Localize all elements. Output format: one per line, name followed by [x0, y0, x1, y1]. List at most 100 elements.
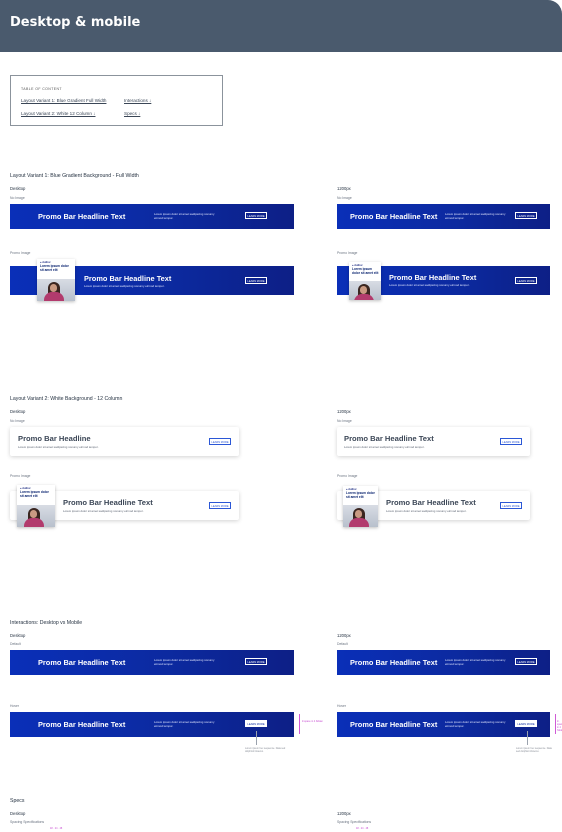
promo-headline: Promo Bar Headline Text: [350, 658, 438, 667]
label-no-image: No Image: [337, 419, 352, 423]
label-no-image: No Image: [10, 196, 25, 200]
label-1200px: 1200px: [337, 633, 351, 638]
label-spacing: Spacing Specifications: [337, 820, 372, 824]
promo-headline: Promo Bar Headline Text: [386, 498, 476, 507]
learn-more-button[interactable]: LEARN MORE: [515, 658, 537, 665]
label-default: Default: [10, 642, 21, 646]
hover-annotation: Lorem ipsum hex sequence. Data sed dotph…: [516, 747, 552, 753]
spacing-marker-text: 48 · 24 · 48: [356, 827, 369, 830]
label-spacing: Spacing Specifications: [10, 820, 45, 824]
annotation-line: [256, 731, 257, 745]
learn-more-button-hover[interactable]: LEARN MORE: [515, 720, 537, 727]
toc-link-variant-2[interactable]: Layout Variant 2: White 12 Column ↓: [21, 111, 95, 116]
promo-bar-default: Promo Bar Headline Text Lorem ipsum dolo…: [337, 650, 550, 675]
learn-more-button[interactable]: LEARN MORE: [245, 277, 267, 284]
promo-headline: Promo Bar Headline Text: [350, 720, 438, 729]
portrait-image: [17, 505, 55, 527]
promo-headline: Promo Bar Headline Text: [38, 720, 126, 729]
promo-headline: Promo Bar Headline Text: [344, 434, 434, 443]
promo-body: Lorem ipsum dolor sit amet sadipscing no…: [344, 445, 425, 449]
learn-more-button[interactable]: LEARN MORE: [245, 658, 267, 665]
promo-body: Lorem ipsum dolor sit amet sadipscing no…: [389, 283, 470, 287]
section-title-interactions: Interactions: Desktop vs Mobile: [10, 620, 83, 626]
label-hover: Hover: [337, 704, 347, 708]
thumbnail-title: Lorem ipsum dolor sit amet elit: [352, 267, 379, 275]
learn-more-button[interactable]: LEARN MORE: [500, 438, 522, 445]
section-title-specs: Specs: [10, 798, 25, 804]
promo-thumbnail[interactable]: ● Author Lorem ipsum dolor sit amet elit: [343, 486, 378, 527]
label-promo-image: Promo Image: [337, 251, 358, 255]
label-no-image: No Image: [337, 196, 352, 200]
promo-headline: Promo Bar Headline: [18, 434, 91, 443]
page-title: Desktop & mobile: [10, 15, 141, 30]
spacing-note: Z-space in 4 hidden: [557, 720, 562, 732]
learn-more-button[interactable]: LEARN MORE: [515, 212, 537, 219]
promo-card-white: Promo Bar Headline Lorem ipsum dolor sit…: [10, 427, 239, 456]
toc-link-variant-1[interactable]: Layout Variant 1: Blue Gradient Full Wid…: [21, 98, 106, 103]
label-1200px: 1200px: [337, 811, 351, 816]
promo-bar-default: Promo Bar Headline Text Lorem ipsum dolo…: [10, 650, 294, 675]
label-promo-image: Promo Image: [10, 251, 31, 255]
promo-headline: Promo Bar Headline Text: [38, 658, 126, 667]
promo-headline: Promo Bar Headline Text: [389, 273, 477, 282]
promo-body: Lorem ipsum dolor sit amet sadipscing no…: [386, 509, 467, 513]
hover-annotation: Lorem ipsum hex sequence. Data sed dotph…: [245, 747, 286, 753]
learn-more-button[interactable]: LEARN MORE: [515, 277, 537, 284]
section-title-variant-1: Layout Variant 1: Blue Gradient Backgrou…: [10, 173, 139, 179]
annotation-line: [527, 731, 528, 745]
label-no-image: No Image: [10, 419, 25, 423]
portrait-image: [343, 505, 378, 527]
learn-more-button-hover[interactable]: LEARN MORE: [245, 720, 267, 727]
learn-more-button[interactable]: LEARN MORE: [500, 502, 522, 509]
section-title-variant-2: Layout Variant 2: White Background - 12 …: [10, 396, 123, 402]
promo-body: Lorem ipsum dolor sit amet sadipscing no…: [18, 445, 99, 449]
thumbnail-title: Lorem ipsum dolor sit amet elit: [40, 264, 69, 272]
promo-body: Lorem ipsum dolor sit amet sadipscing no…: [154, 212, 215, 220]
label-1200px: 1200px: [337, 409, 351, 414]
promo-thumbnail[interactable]: ● Author Lorem ipsum dolor sit amet elit: [349, 262, 381, 300]
learn-more-button[interactable]: LEARN MORE: [245, 212, 267, 219]
promo-body: Lorem ipsum dolor sit amet sadipscing no…: [445, 212, 506, 220]
promo-bar-blue: Promo Bar Headline Text Lorem ipsum dolo…: [337, 204, 550, 229]
promo-body: Lorem ipsum dolor sit amet sadipscing no…: [63, 509, 144, 513]
promo-body: Lorem ipsum dolor sit amet sadipscing no…: [154, 720, 215, 728]
spacing-marker-text: 48 · 24 · 48: [50, 827, 63, 830]
portrait-image: [37, 279, 75, 301]
toc-heading: TABLE OF CONTENT: [21, 87, 62, 91]
page-header: Desktop & mobile: [0, 0, 562, 52]
spacing-note: Z-space in 4 hidden: [302, 720, 323, 723]
learn-more-button[interactable]: LEARN MORE: [209, 502, 231, 509]
toc-link-interactions[interactable]: Interactions ↓: [124, 98, 151, 103]
promo-bar-blue: Promo Bar Headline Text Lorem ipsum dolo…: [10, 204, 294, 229]
promo-body: Lorem ipsum dolor sit amet sadipscing no…: [84, 284, 165, 288]
promo-body: Lorem ipsum dolor sit amet sadipscing no…: [445, 720, 506, 728]
toc-link-specs[interactable]: Specs ↓: [124, 111, 140, 116]
learn-more-button[interactable]: LEARN MORE: [209, 438, 231, 445]
thumbnail-title: Lorem ipsum dolor sit amet elit: [20, 490, 49, 498]
promo-headline: Promo Bar Headline Text: [84, 274, 172, 283]
label-promo-image: Promo Image: [337, 474, 358, 478]
label-promo-image: Promo Image: [10, 474, 31, 478]
promo-card-white: Promo Bar Headline Text Lorem ipsum dolo…: [337, 427, 530, 456]
label-1200px: 1200px: [337, 186, 351, 191]
label-desktop: Desktop: [10, 633, 26, 638]
promo-thumbnail[interactable]: ● Author Lorem ipsum dolor sit amet elit: [17, 485, 55, 527]
promo-body: Lorem ipsum dolor sit amet sadipscing no…: [154, 658, 215, 666]
promo-thumbnail[interactable]: ● Author Lorem ipsum dolor sit amet elit: [37, 259, 75, 301]
promo-body: Lorem ipsum dolor sit amet sadipscing no…: [445, 658, 506, 666]
portrait-image: [349, 281, 381, 300]
promo-bar-hover: Promo Bar Headline Text Lorem ipsum dolo…: [337, 712, 550, 737]
promo-headline: Promo Bar Headline Text: [38, 212, 126, 221]
promo-headline: Promo Bar Headline Text: [63, 498, 153, 507]
label-desktop: Desktop: [10, 409, 26, 414]
label-hover: Hover: [10, 704, 20, 708]
label-default: Default: [337, 642, 348, 646]
table-of-content: TABLE OF CONTENT Layout Variant 1: Blue …: [10, 75, 223, 126]
label-desktop: Desktop: [10, 186, 26, 191]
promo-bar-hover: Promo Bar Headline Text Lorem ipsum dolo…: [10, 712, 294, 737]
promo-headline: Promo Bar Headline Text: [350, 212, 438, 221]
label-desktop: Desktop: [10, 811, 26, 816]
spacing-marker: [299, 714, 300, 734]
thumbnail-title: Lorem ipsum dolor sit amet elit: [346, 491, 375, 499]
spacing-marker: [555, 714, 556, 734]
